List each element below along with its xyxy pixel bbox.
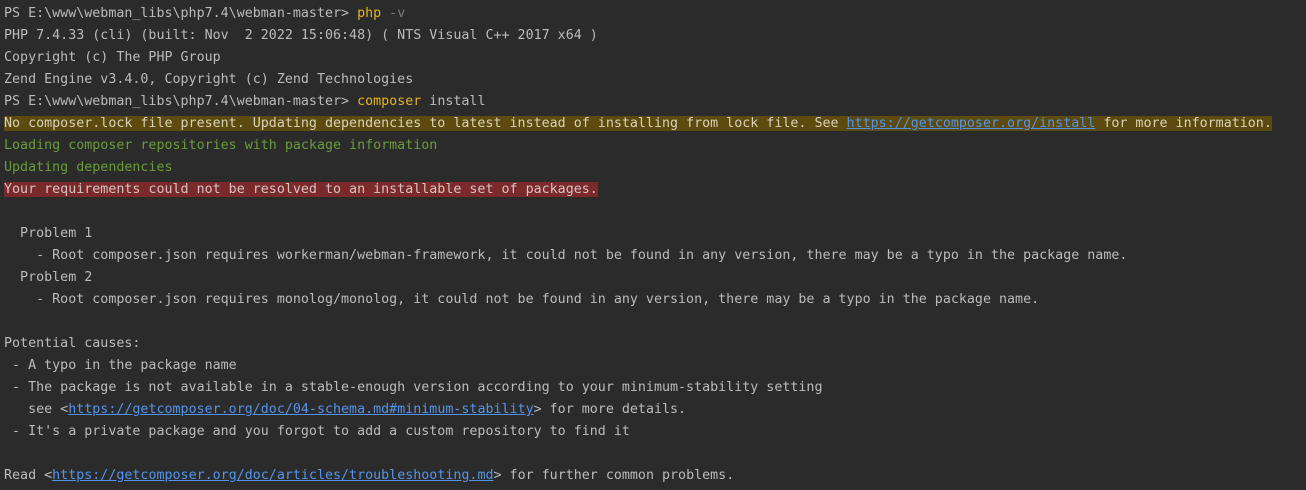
read-text-pre: Read < <box>4 468 53 483</box>
minimum-stability-link[interactable]: https://getcomposer.org/doc/04-schema.md… <box>68 402 533 417</box>
loading-repositories-line: Loading composer repositories with packa… <box>4 138 438 153</box>
problem-1-title: Problem 1 <box>4 226 93 241</box>
troubleshooting-link[interactable]: https://getcomposer.org/doc/articles/tro… <box>52 468 493 483</box>
warning-text-pre: No composer.lock file present. Updating … <box>4 116 847 131</box>
problem-1-detail: - Root composer.json requires workerman/… <box>4 248 1128 263</box>
updating-dependencies-line: Updating dependencies <box>4 160 173 175</box>
error-message: Your requirements could not be resolved … <box>4 182 598 197</box>
command-composer: composer <box>357 94 422 109</box>
php-version-line: PHP 7.4.33 (cli) (built: Nov 2 2022 15:0… <box>4 28 598 43</box>
warning-line: No composer.lock file present. Updating … <box>4 113 1306 135</box>
prompt-line-composer: PS E:\www\webman_libs\php7.4\webman-mast… <box>4 91 1306 113</box>
problem-2-detail: - Root composer.json requires monolog/mo… <box>4 292 1040 307</box>
warning-message: No composer.lock file present. Updating … <box>4 116 1272 131</box>
cause-stability-see: see <https://getcomposer.org/doc/04-sche… <box>4 399 1306 421</box>
see-text-post: > for more details. <box>533 402 687 417</box>
command-php: php <box>357 6 382 21</box>
error-line: Your requirements could not be resolved … <box>4 179 1306 201</box>
read-text-post: > for further common problems. <box>493 468 735 483</box>
prompt-line-php: PS E:\www\webman_libs\php7.4\webman-mast… <box>4 3 1306 25</box>
see-text-pre: see < <box>4 402 69 417</box>
command-arg-install: install <box>421 94 486 109</box>
prompt-path: PS E:\www\webman_libs\php7.4\webman-mast… <box>4 6 358 21</box>
php-copyright-line: Copyright (c) The PHP Group <box>4 50 221 65</box>
command-arg-version: -v <box>381 6 406 21</box>
install-docs-link[interactable]: https://getcomposer.org/install <box>847 116 1096 131</box>
potential-causes-title: Potential causes: <box>4 336 141 351</box>
cause-private-package: - It's a private package and you forgot … <box>4 424 630 439</box>
zend-engine-line: Zend Engine v3.4.0, Copyright (c) Zend T… <box>4 72 414 87</box>
cause-typo: - A typo in the package name <box>4 358 237 373</box>
cause-stability: - The package is not available in a stab… <box>4 380 823 395</box>
terminal-output[interactable]: PS E:\www\webman_libs\php7.4\webman-mast… <box>0 0 1306 490</box>
troubleshooting-line: Read <https://getcomposer.org/doc/articl… <box>4 465 1306 487</box>
prompt-path: PS E:\www\webman_libs\php7.4\webman-mast… <box>4 94 358 109</box>
problem-2-title: Problem 2 <box>4 270 93 285</box>
warning-text-post: for more information. <box>1095 116 1272 131</box>
